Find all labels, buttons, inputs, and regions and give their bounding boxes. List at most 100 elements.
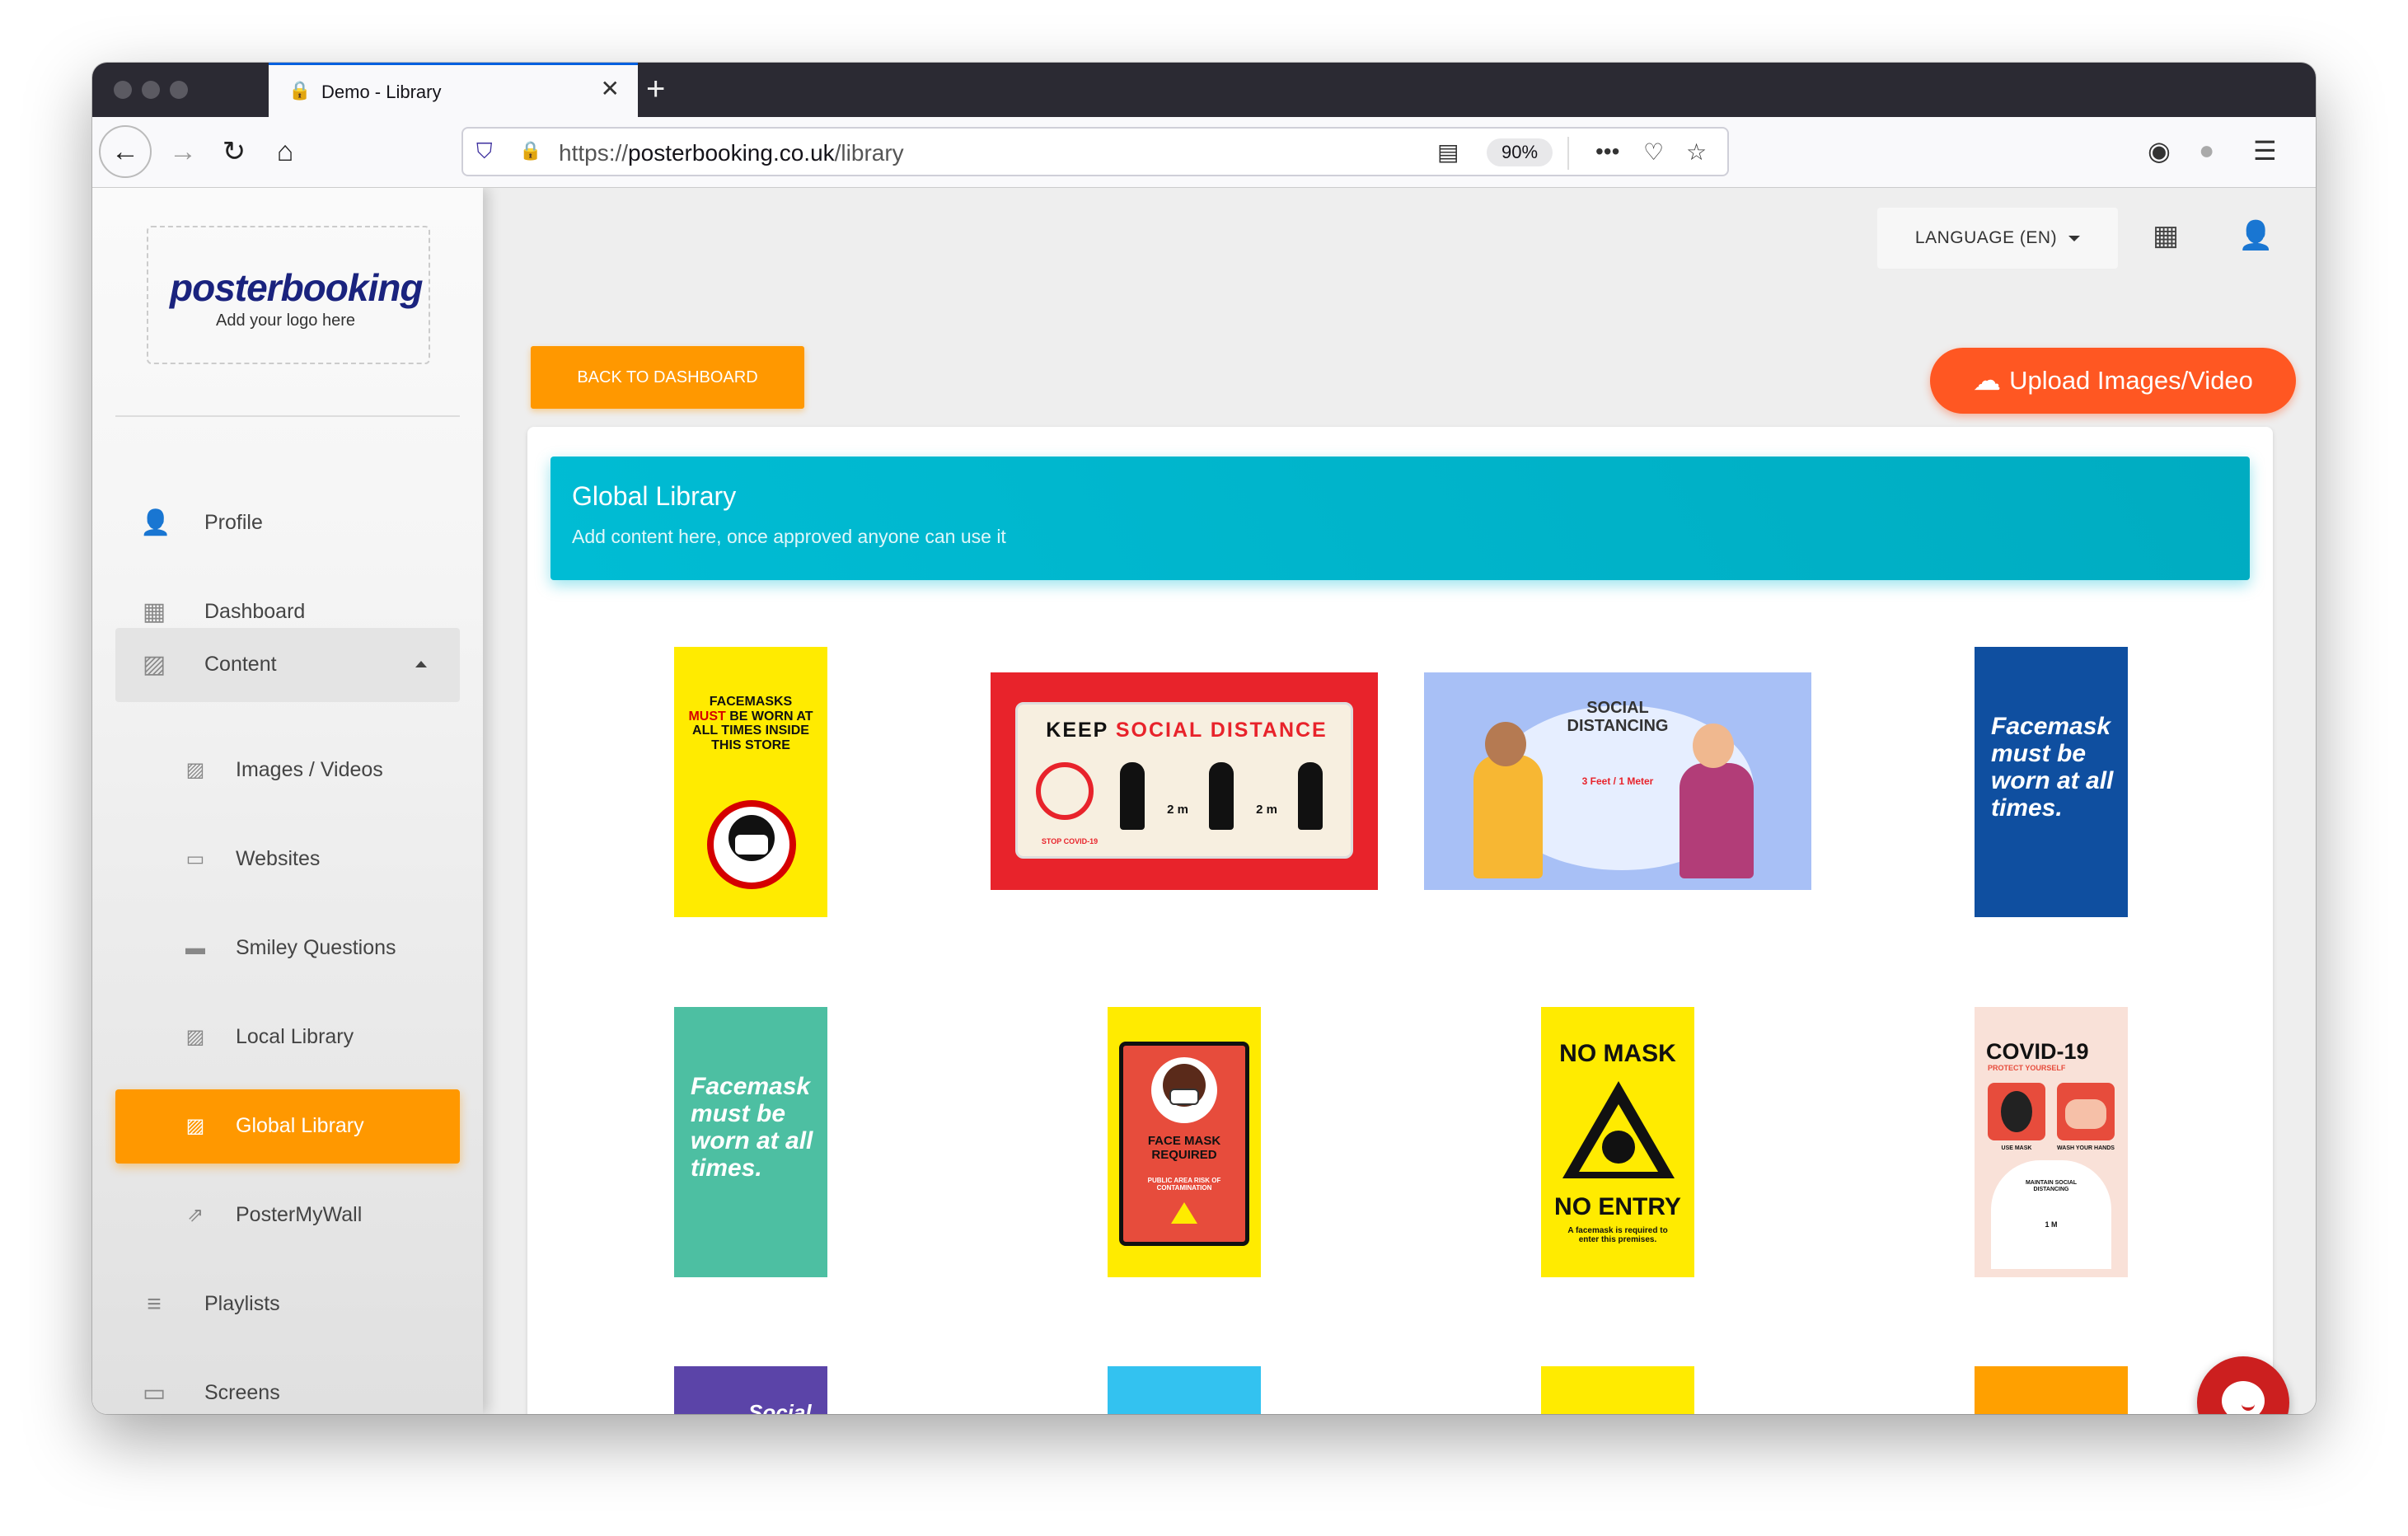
language-label: LANGUAGE (EN) (1914, 228, 2058, 247)
poster-text: USE MASK (2001, 1145, 2032, 1151)
sidebar-item-label: Content (204, 653, 277, 676)
poster-text: PROTECT YOURSELF (1988, 1064, 2066, 1072)
menu-hamburger-icon[interactable]: ☰ (2253, 135, 2277, 166)
library-card-header: Global Library Add content here, once ap… (550, 457, 2250, 580)
bookmark-star-icon[interactable]: ☆ (1686, 138, 1707, 166)
logo-wordmark: posterbooking (170, 266, 423, 309)
poster-thumbnail[interactable]: Facemask must be worn at all times. (1975, 647, 2128, 917)
back-to-dashboard-button[interactable]: BACK TO DASHBOARD (531, 346, 804, 409)
warning-icon (1171, 1202, 1197, 1224)
extension-icon[interactable]: ● (2199, 135, 2214, 166)
poster-text: KEEP SOCIAL DISTANCE (1046, 719, 1328, 742)
poster-text: Facemask must be worn at all times. (691, 1073, 813, 1182)
poster-thumbnail[interactable]: SOCIAL DISTANCING 3 Feet / 1 Meter (1424, 672, 1811, 890)
poster-text: Social (748, 1400, 812, 1414)
forward-arrow-icon[interactable]: → (160, 129, 206, 175)
back-arrow-icon[interactable]: ← (99, 125, 152, 178)
caret-up-icon (415, 661, 427, 667)
mask-woman-icon (1151, 1057, 1217, 1123)
poster-thumbnail[interactable]: FACEMASKS MUST BE WORN AT ALL TIMES INSID… (674, 647, 827, 917)
sidebar-item-smiley-questions[interactable]: ▬ Smiley Questions (115, 911, 460, 986)
dashboard-grid-icon[interactable]: ▦ (2153, 219, 2179, 252)
sidebar-item-content[interactable]: ▨ Content (115, 628, 460, 702)
divider (115, 415, 460, 417)
poster-thumbnail[interactable]: FACE MASK REQUIRED PUBLIC AREA RISK OF C… (1108, 1007, 1261, 1277)
mask-face-icon (707, 800, 796, 889)
poster-thumbnail[interactable]: Social (674, 1366, 827, 1414)
poster-text: 1 M (2045, 1220, 2058, 1229)
user-account-icon[interactable]: 👤 (2238, 219, 2273, 252)
zoom-level[interactable]: 90% (1487, 138, 1553, 166)
maximize-window-dot[interactable] (170, 81, 188, 99)
poster-text: MAINTAIN SOCIAL DISTANCING (2025, 1180, 2078, 1192)
person-figure-icon (1680, 763, 1754, 878)
reload-icon[interactable]: ↻ (211, 129, 257, 175)
sidebar-item-label: Smiley Questions (236, 936, 396, 959)
chat-bubble-icon (2222, 1381, 2265, 1414)
mask-icon (1988, 1083, 2045, 1140)
tab-close-icon[interactable]: ✕ (601, 77, 620, 101)
sidebar-item-postermywall[interactable]: ⇗ PosterMyWall (115, 1178, 460, 1253)
new-tab-button[interactable]: + (646, 71, 665, 107)
upload-button[interactable]: ☁ Upload Images/Video (1930, 348, 2296, 414)
browser-tab[interactable]: 🔒 Demo - Library ✕ (269, 63, 638, 117)
person-figure-icon (1209, 762, 1234, 830)
tab-title: Demo - Library (321, 82, 442, 102)
upload-label: Upload Images/Video (2009, 366, 2253, 395)
poster-text: NO MASK (1559, 1040, 1676, 1067)
sidebar: posterbooking Add your logo here 👤 Profi… (92, 188, 483, 1414)
page-content: posterbooking Add your logo here 👤 Profi… (92, 188, 2316, 1414)
reader-view-icon[interactable]: ▤ (1437, 138, 1459, 166)
sidebar-item-local-library[interactable]: ▨ Local Library (115, 1000, 460, 1075)
poster-thumbnail[interactable]: COVID-19 PROTECT YOURSELF USE MASK WASH … (1975, 1007, 2128, 1277)
dropdown-arrow-icon (2068, 235, 2081, 241)
sidebar-item-label: Images / Videos (236, 758, 383, 781)
sidebar-item-label: Local Library (236, 1025, 354, 1048)
poster-text: STOP COVID-19 (1041, 837, 1099, 845)
sidebar-item-profile[interactable]: 👤 Profile (115, 486, 460, 560)
more-actions-icon[interactable]: ••• (1595, 138, 1619, 165)
sidebar-item-global-library[interactable]: ▨ Global Library (115, 1089, 460, 1164)
poster-text: FACEMASKS MUST BE WORN AT ALL TIMES INSID… (688, 695, 813, 752)
minimize-window-dot[interactable] (142, 81, 160, 99)
padlock-icon[interactable]: 🔒 (519, 140, 541, 162)
library-title: Global Library (572, 481, 737, 511)
sidebar-item-screens[interactable]: ▭ Screens (115, 1356, 460, 1414)
poster-thumbnail[interactable]: NO MASK NO ENTRY A facemask is required … (1541, 1007, 1694, 1277)
poster-text: 3 Feet / 1 Meter (1581, 775, 1654, 787)
cloud-upload-icon: ☁ (1973, 365, 2002, 396)
close-window-dot[interactable] (114, 81, 132, 99)
poster-thumbnail[interactable]: Facemask must be worn at all times. (674, 1007, 827, 1277)
poster-text: A facemask is required to enter this pre… (1567, 1226, 1668, 1244)
language-dropdown[interactable]: LANGUAGE (EN) (1877, 208, 2118, 269)
tracking-shield-icon[interactable]: ⛉ (476, 138, 493, 165)
external-link-icon: ⇗ (186, 1204, 204, 1226)
account-icon[interactable]: ◉ (2148, 135, 2171, 166)
sidebar-item-label: Dashboard (204, 600, 306, 623)
logo-placeholder[interactable]: posterbooking Add your logo here (147, 226, 430, 364)
poster-thumbnail[interactable]: KEEP SOCIAL DISTANCE 2 m 2 m STOP COVID-… (991, 672, 1378, 890)
pocket-icon[interactable]: ♡ (1643, 138, 1664, 166)
image-icon: ▨ (185, 759, 205, 781)
poster-text: NO ENTRY (1554, 1193, 1681, 1220)
poster-thumbnail[interactable] (1108, 1366, 1261, 1414)
person-figure-icon (1473, 755, 1543, 878)
sidebar-item-images-videos[interactable]: ▨ Images / Videos (115, 733, 460, 808)
poster-text: PUBLIC AREA RISK OF CONTAMINATION (1147, 1177, 1221, 1192)
person-figure-icon (1120, 762, 1145, 830)
home-icon[interactable]: ⌂ (262, 129, 308, 175)
poster-text: COVID-19 (1986, 1039, 2089, 1064)
url-text[interactable]: https://posterbooking.co.uk/library (559, 140, 904, 166)
title-bar: 🔒 Demo - Library ✕ + (92, 63, 2316, 117)
nav-bar: ← → ↻ ⌂ ⛉ 🔒 https://posterbooking.co.uk/… (92, 117, 2316, 188)
sidebar-item-playlists[interactable]: ≡ Playlists (115, 1267, 460, 1342)
tab-lock-icon: 🔒 (288, 80, 312, 101)
sidebar-item-websites[interactable]: ▭ Websites (115, 822, 460, 897)
poster-thumbnail[interactable] (1975, 1366, 2128, 1414)
sidebar-item-label: PosterMyWall (236, 1203, 363, 1226)
image-icon: ▨ (185, 1115, 205, 1137)
poster-thumbnail[interactable] (1541, 1366, 1694, 1414)
poster-text: 2 m (1256, 803, 1277, 817)
url-bar[interactable]: ⛉ 🔒 https://posterbooking.co.uk/library … (461, 127, 1729, 176)
person-figure-icon (1298, 762, 1323, 830)
